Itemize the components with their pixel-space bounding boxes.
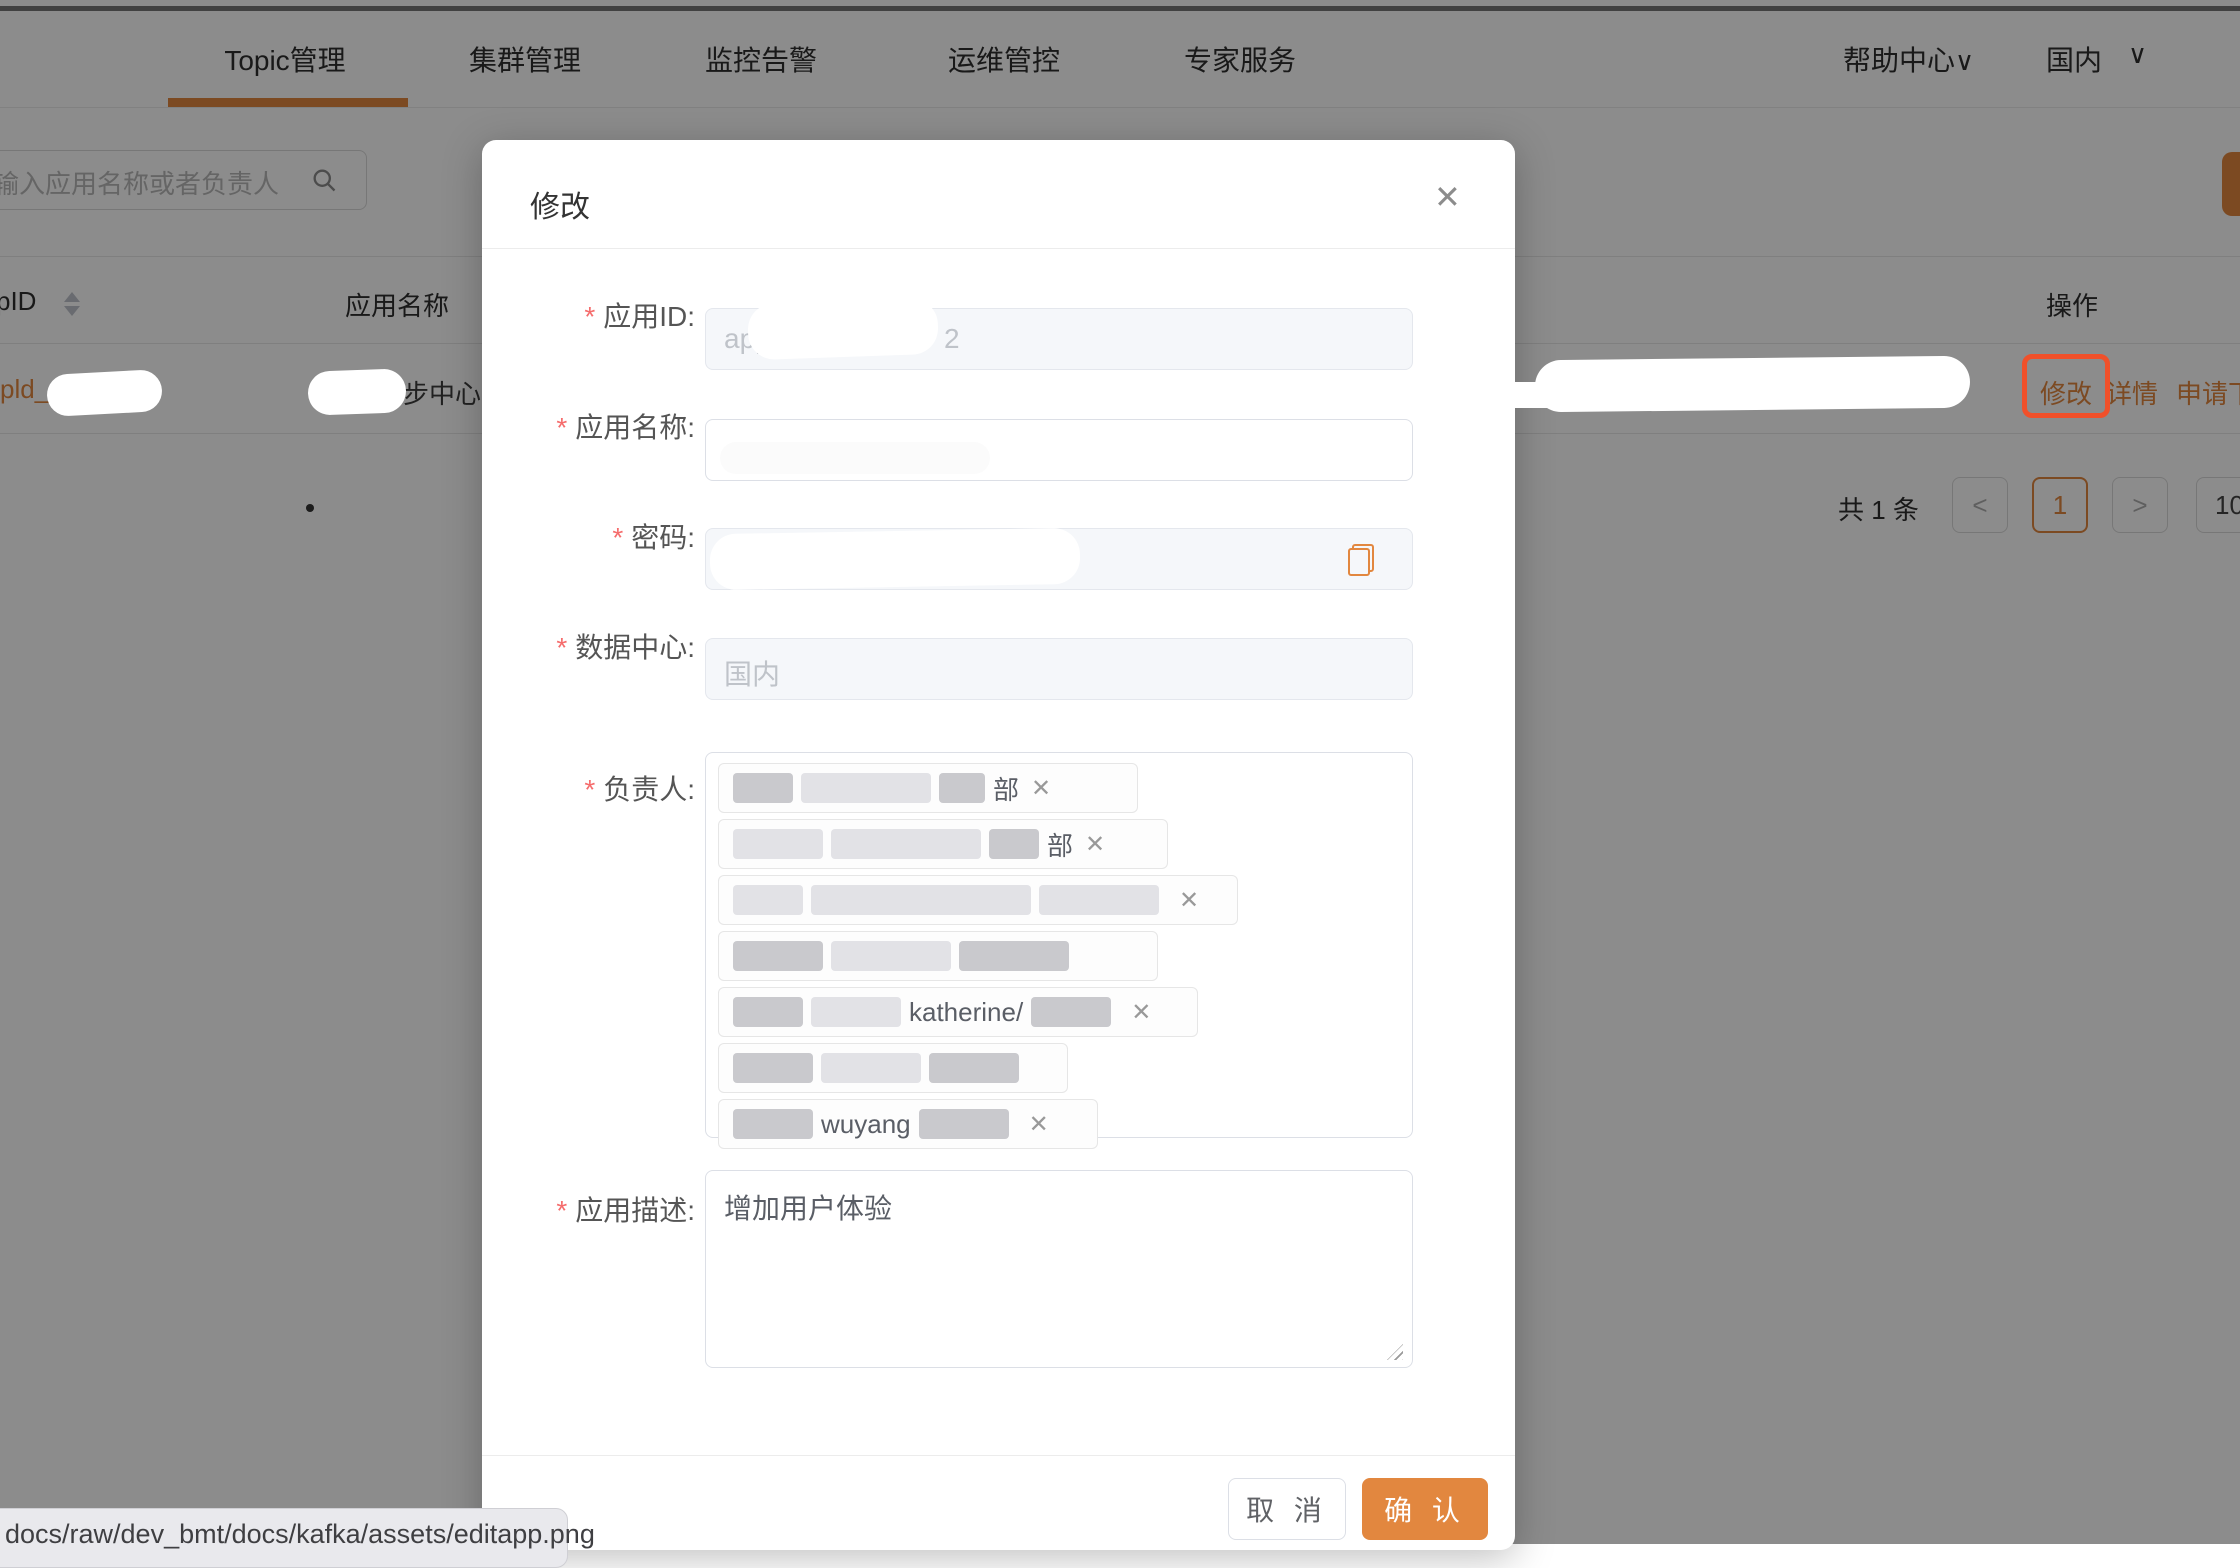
- field-label-owners: *负责人:: [482, 768, 695, 808]
- redaction-scribble: [710, 528, 1081, 590]
- redaction-blob: [801, 773, 931, 803]
- appname-input[interactable]: [705, 419, 1413, 481]
- owner-tag: 部 ✕: [718, 763, 1138, 813]
- remove-tag-icon[interactable]: ✕: [1085, 830, 1105, 859]
- redaction-blob: [1031, 997, 1111, 1027]
- owner-tag: wuyang ✕: [718, 1099, 1098, 1149]
- redaction-blob: [989, 829, 1039, 859]
- redaction-blob: [821, 1053, 921, 1083]
- remove-tag-icon[interactable]: ✕: [1131, 998, 1151, 1027]
- owner-tag-fragment: wuyang: [821, 1109, 911, 1140]
- datacenter-input: 国内: [705, 638, 1413, 700]
- remove-tag-icon[interactable]: ✕: [1029, 1110, 1049, 1139]
- redaction-blob: [939, 773, 985, 803]
- owners-multiselect[interactable]: 部 ✕ 部 ✕ ✕ katherine/: [705, 752, 1413, 1138]
- redaction-scribble: [720, 442, 990, 474]
- remove-tag-icon[interactable]: ✕: [1031, 774, 1051, 803]
- field-label-appid: *应用ID:: [482, 295, 695, 335]
- redaction-blob: [733, 885, 803, 915]
- redaction-blob: [811, 885, 1031, 915]
- close-icon[interactable]: ✕: [1434, 178, 1461, 216]
- field-label-appname: *应用名称:: [482, 406, 695, 446]
- appid-input: app 2: [705, 308, 1413, 370]
- redaction-blob: [733, 1109, 813, 1139]
- dialog-title: 修改: [530, 182, 590, 226]
- redaction-blob: [733, 829, 823, 859]
- description-textarea[interactable]: 增加用户体验: [705, 1170, 1413, 1368]
- password-input: [705, 528, 1413, 590]
- appid-value-fragment2: 2: [944, 323, 960, 355]
- redaction-scribble: [747, 298, 939, 361]
- dialog-footer-divider: [482, 1455, 1515, 1456]
- owner-tag: [718, 1043, 1068, 1093]
- field-label-password: *密码:: [482, 516, 695, 556]
- redaction-blob: [831, 941, 951, 971]
- confirm-button[interactable]: 确 认: [1362, 1478, 1488, 1540]
- redaction-blob: [919, 1109, 1009, 1139]
- redaction-blob: [733, 1053, 813, 1083]
- field-label-datacenter: *数据中心:: [482, 626, 695, 666]
- redaction-blob: [733, 773, 793, 803]
- datacenter-value: 国内: [724, 653, 780, 693]
- owner-tag-fragment: katherine/: [909, 997, 1023, 1028]
- redaction-blob: [959, 941, 1069, 971]
- dialog-header-divider: [482, 248, 1515, 249]
- cancel-button[interactable]: 取 消: [1228, 1478, 1346, 1540]
- redaction-blob: [929, 1053, 1019, 1083]
- field-label-description: *应用描述:: [482, 1189, 695, 1229]
- redaction-blob: [1039, 885, 1159, 915]
- edit-dialog: 修改 ✕ *应用ID: app 2 *应用名称: *密码: *数据中心: 国内 …: [482, 140, 1515, 1550]
- owner-tag-fragment: 部: [993, 770, 1019, 807]
- owner-tag: katherine/ ✕: [718, 987, 1198, 1037]
- remove-tag-icon[interactable]: ✕: [1179, 886, 1199, 915]
- link-preview-tooltip: docs/raw/dev_bmt/docs/kafka/assets/edita…: [0, 1508, 568, 1568]
- owner-tag: [718, 931, 1158, 981]
- redaction-blob: [733, 941, 823, 971]
- owner-tag: ✕: [718, 875, 1238, 925]
- redaction-blob: [831, 829, 981, 859]
- redaction-blob: [733, 997, 803, 1027]
- copy-icon[interactable]: [1348, 544, 1374, 576]
- owner-tag: 部 ✕: [718, 819, 1168, 869]
- redaction-blob: [811, 997, 901, 1027]
- owner-tag-fragment: 部: [1047, 826, 1073, 863]
- link-preview-text: docs/raw/dev_bmt/docs/kafka/assets/edita…: [5, 1519, 595, 1550]
